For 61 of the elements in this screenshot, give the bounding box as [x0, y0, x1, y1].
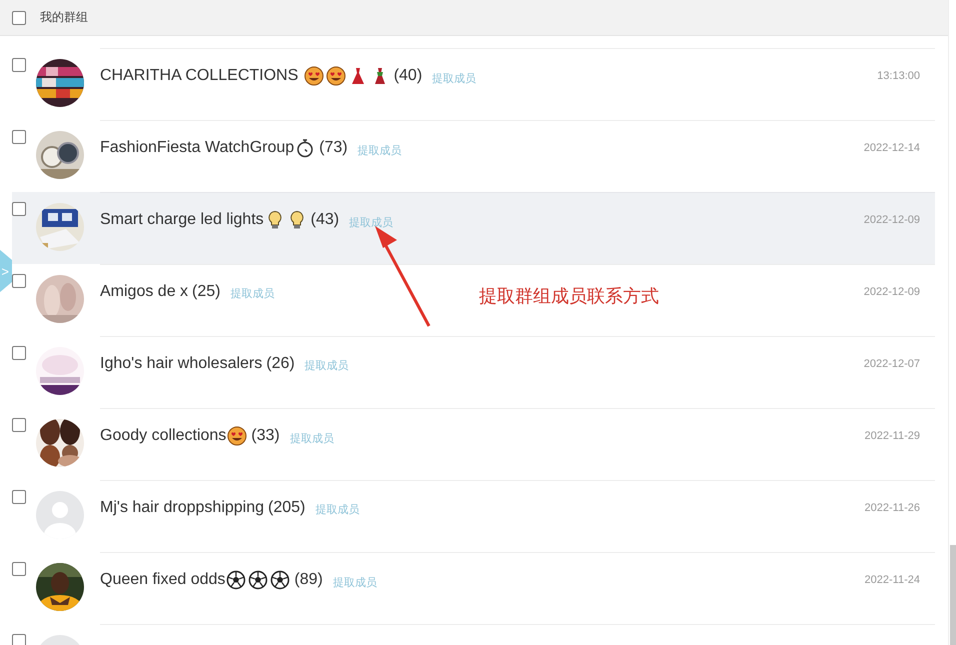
member-count: (43) [310, 211, 340, 229]
group-name: Goody collections [100, 427, 226, 445]
group-row[interactable]: Goody collections (33) 提取成员 2022-11-29 [12, 408, 935, 480]
checkbox[interactable] [12, 418, 26, 432]
soccer-ball-icon [226, 570, 246, 590]
heart-eyes-face-icon [227, 426, 248, 446]
checkbox[interactable] [12, 130, 26, 144]
extract-members-link[interactable]: 提取成员 [290, 430, 334, 446]
checkbox[interactable] [12, 202, 26, 216]
heart-eyes-face-icon [326, 66, 346, 86]
group-name: FashionFiesta WatchGroup [100, 139, 294, 157]
group-name: Queen fixed odds [100, 571, 226, 589]
group-name: Smart charge led lights [100, 211, 264, 229]
group-date: 2022-11-24 [864, 574, 920, 586]
scrollbar-thumb[interactable] [950, 545, 956, 645]
checkbox[interactable] [12, 346, 26, 360]
checkbox[interactable] [12, 58, 26, 72]
group-name: Mj's hair droppshipping [100, 498, 264, 516]
extract-members-link[interactable]: 提取成员 [315, 502, 360, 517]
group-date: 2022-11-29 [864, 430, 920, 442]
member-count: (89) [294, 571, 323, 589]
default-avatar-icon [36, 491, 84, 539]
member-count: (26) [266, 354, 295, 372]
group-date: 2022-12-09 [864, 214, 920, 226]
checkbox[interactable] [12, 562, 26, 576]
group-row[interactable]: Igho's hair wholesalers (26) 提取成员 2022-12-07 [12, 336, 935, 408]
extract-members-link[interactable]: 提取成员 [230, 286, 274, 301]
extract-members-link[interactable]: 提取成员 [304, 358, 349, 373]
member-count: (73) [319, 139, 348, 157]
member-count: (25) [192, 282, 220, 300]
stopwatch-icon [295, 138, 316, 158]
checkbox[interactable] [12, 274, 26, 288]
checkbox[interactable] [12, 490, 26, 504]
checkbox[interactable] [12, 10, 26, 24]
side-toggle-button[interactable]: > [0, 249, 12, 293]
member-count: (40) [394, 67, 422, 85]
extract-members-link[interactable]: 提取成员 [358, 142, 402, 158]
group-row[interactable]: Smart charge led lights (43) 提取成员 2022-12-09 [12, 192, 935, 264]
list-title: 我的群组 [40, 9, 88, 26]
group-row[interactable]: CHARITHA COLLECTIONS (40) 提取成员 13:13:00 [12, 48, 935, 120]
group-date: 2022-12-14 [864, 142, 920, 154]
soccer-ball-icon [248, 570, 268, 590]
extract-members-link[interactable]: 提取成员 [432, 70, 476, 86]
extract-members-link[interactable]: 提取成员 [332, 574, 377, 590]
group-row[interactable]: FashionFiesta WatchGroup (73) 提取成员 2022-12-14 [12, 120, 935, 192]
group-name: Amigos de x [100, 282, 188, 300]
checkbox[interactable] [12, 634, 26, 645]
member-count: (205) [268, 498, 306, 516]
group-row[interactable]: Queen fixed odds (89) 提取成员 2022-11-24 [12, 552, 935, 624]
group-date: 2022-11-26 [864, 502, 920, 514]
heart-eyes-face-icon [304, 66, 324, 86]
annotation-text: 提取群组成员联系方式 [479, 285, 659, 308]
group-date: 13:13:00 [877, 70, 920, 82]
extract-members-link[interactable]: 提取成员 [349, 214, 394, 230]
group-date: 2022-12-09 [864, 286, 920, 298]
soccer-ball-icon [270, 570, 290, 590]
group-name: Igho's hair wholesalers [100, 354, 262, 372]
member-count: (33) [251, 427, 280, 445]
group-name: CHARITHA COLLECTIONS [100, 67, 300, 85]
group-date: 2022-12-07 [864, 358, 920, 370]
group-row[interactable]: Mj's hair droppshipping (205) 提取成员 2022-11-26 [12, 480, 935, 552]
